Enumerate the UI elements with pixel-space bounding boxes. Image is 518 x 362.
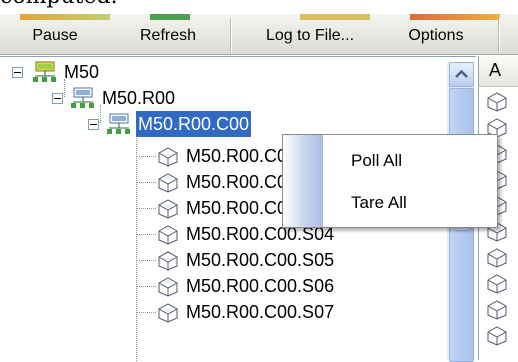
sensor-icon [487,274,507,294]
column-header-label: A [489,60,502,80]
tree-connector [136,260,156,261]
refresh-button[interactable]: Refresh [112,20,224,52]
sensor-icon [158,147,178,167]
toolbar-separator [230,18,231,52]
pause-button[interactable]: Pause [18,20,92,52]
tree-node[interactable]: M50.R00.C00.S07 [184,299,336,325]
tree-node-selected[interactable]: M50.R00.C00 [134,110,253,138]
collapse-toggle[interactable] [88,119,99,130]
tree-node-label: M50.R00.C00.S05 [186,250,335,270]
options-button[interactable]: Options [388,20,484,52]
sensor-icon [487,248,507,268]
sensor-icon [158,277,178,297]
network-icon [71,87,94,108]
collapse-toggle[interactable] [12,67,23,78]
tree-connector [136,234,156,235]
tree-connector [136,156,156,157]
tree-node-label: M50.R00.C00.S07 [186,302,335,322]
scroll-grip [456,229,467,230]
sensor-icon [487,300,507,320]
sensor-icon [158,173,178,193]
tree-node[interactable]: M50 [62,59,101,85]
chevron-up-icon [455,69,468,78]
tree-node[interactable]: M50.R00 [100,85,177,111]
page-top-text: computed. [0,0,518,14]
column-header[interactable]: A [479,56,518,87]
scroll-up-button[interactable] [449,62,474,87]
sensor-icon [487,92,507,112]
sensor-icon [487,326,507,346]
tree-connector [136,286,156,287]
tree-node-label: M50.R00.C00.S06 [186,276,335,296]
tree-node-label: M50 [64,62,100,82]
sensor-icon [158,251,178,271]
tree-connector [136,131,137,361]
tree-connector [136,208,156,209]
tree-node-label: M50.R00.C00 [134,110,253,138]
network-icon [33,61,56,82]
tree-node[interactable]: M50.R00.C00.S06 [184,273,336,299]
sensor-icon [158,303,178,323]
sensor-icon [158,225,178,245]
tree-node-label: M50.R00 [102,88,176,108]
tree-connector [136,312,156,313]
tree-node[interactable]: M50.R00.C00.S05 [184,247,336,273]
sensor-icon [158,199,178,219]
tree-connector [136,182,156,183]
collapse-toggle[interactable] [52,93,63,104]
context-menu-gutter [283,135,323,227]
log-to-file-button[interactable]: Log to File... [240,20,380,52]
network-icon [107,113,130,134]
toolbar-separator [498,18,499,52]
toolbar: Pause Refresh Log to File... Options [0,14,518,55]
poll-all-menu-item[interactable]: Poll All [323,145,495,177]
tare-all-menu-item[interactable]: Tare All [323,187,495,219]
context-menu: Poll All Tare All [282,134,498,228]
